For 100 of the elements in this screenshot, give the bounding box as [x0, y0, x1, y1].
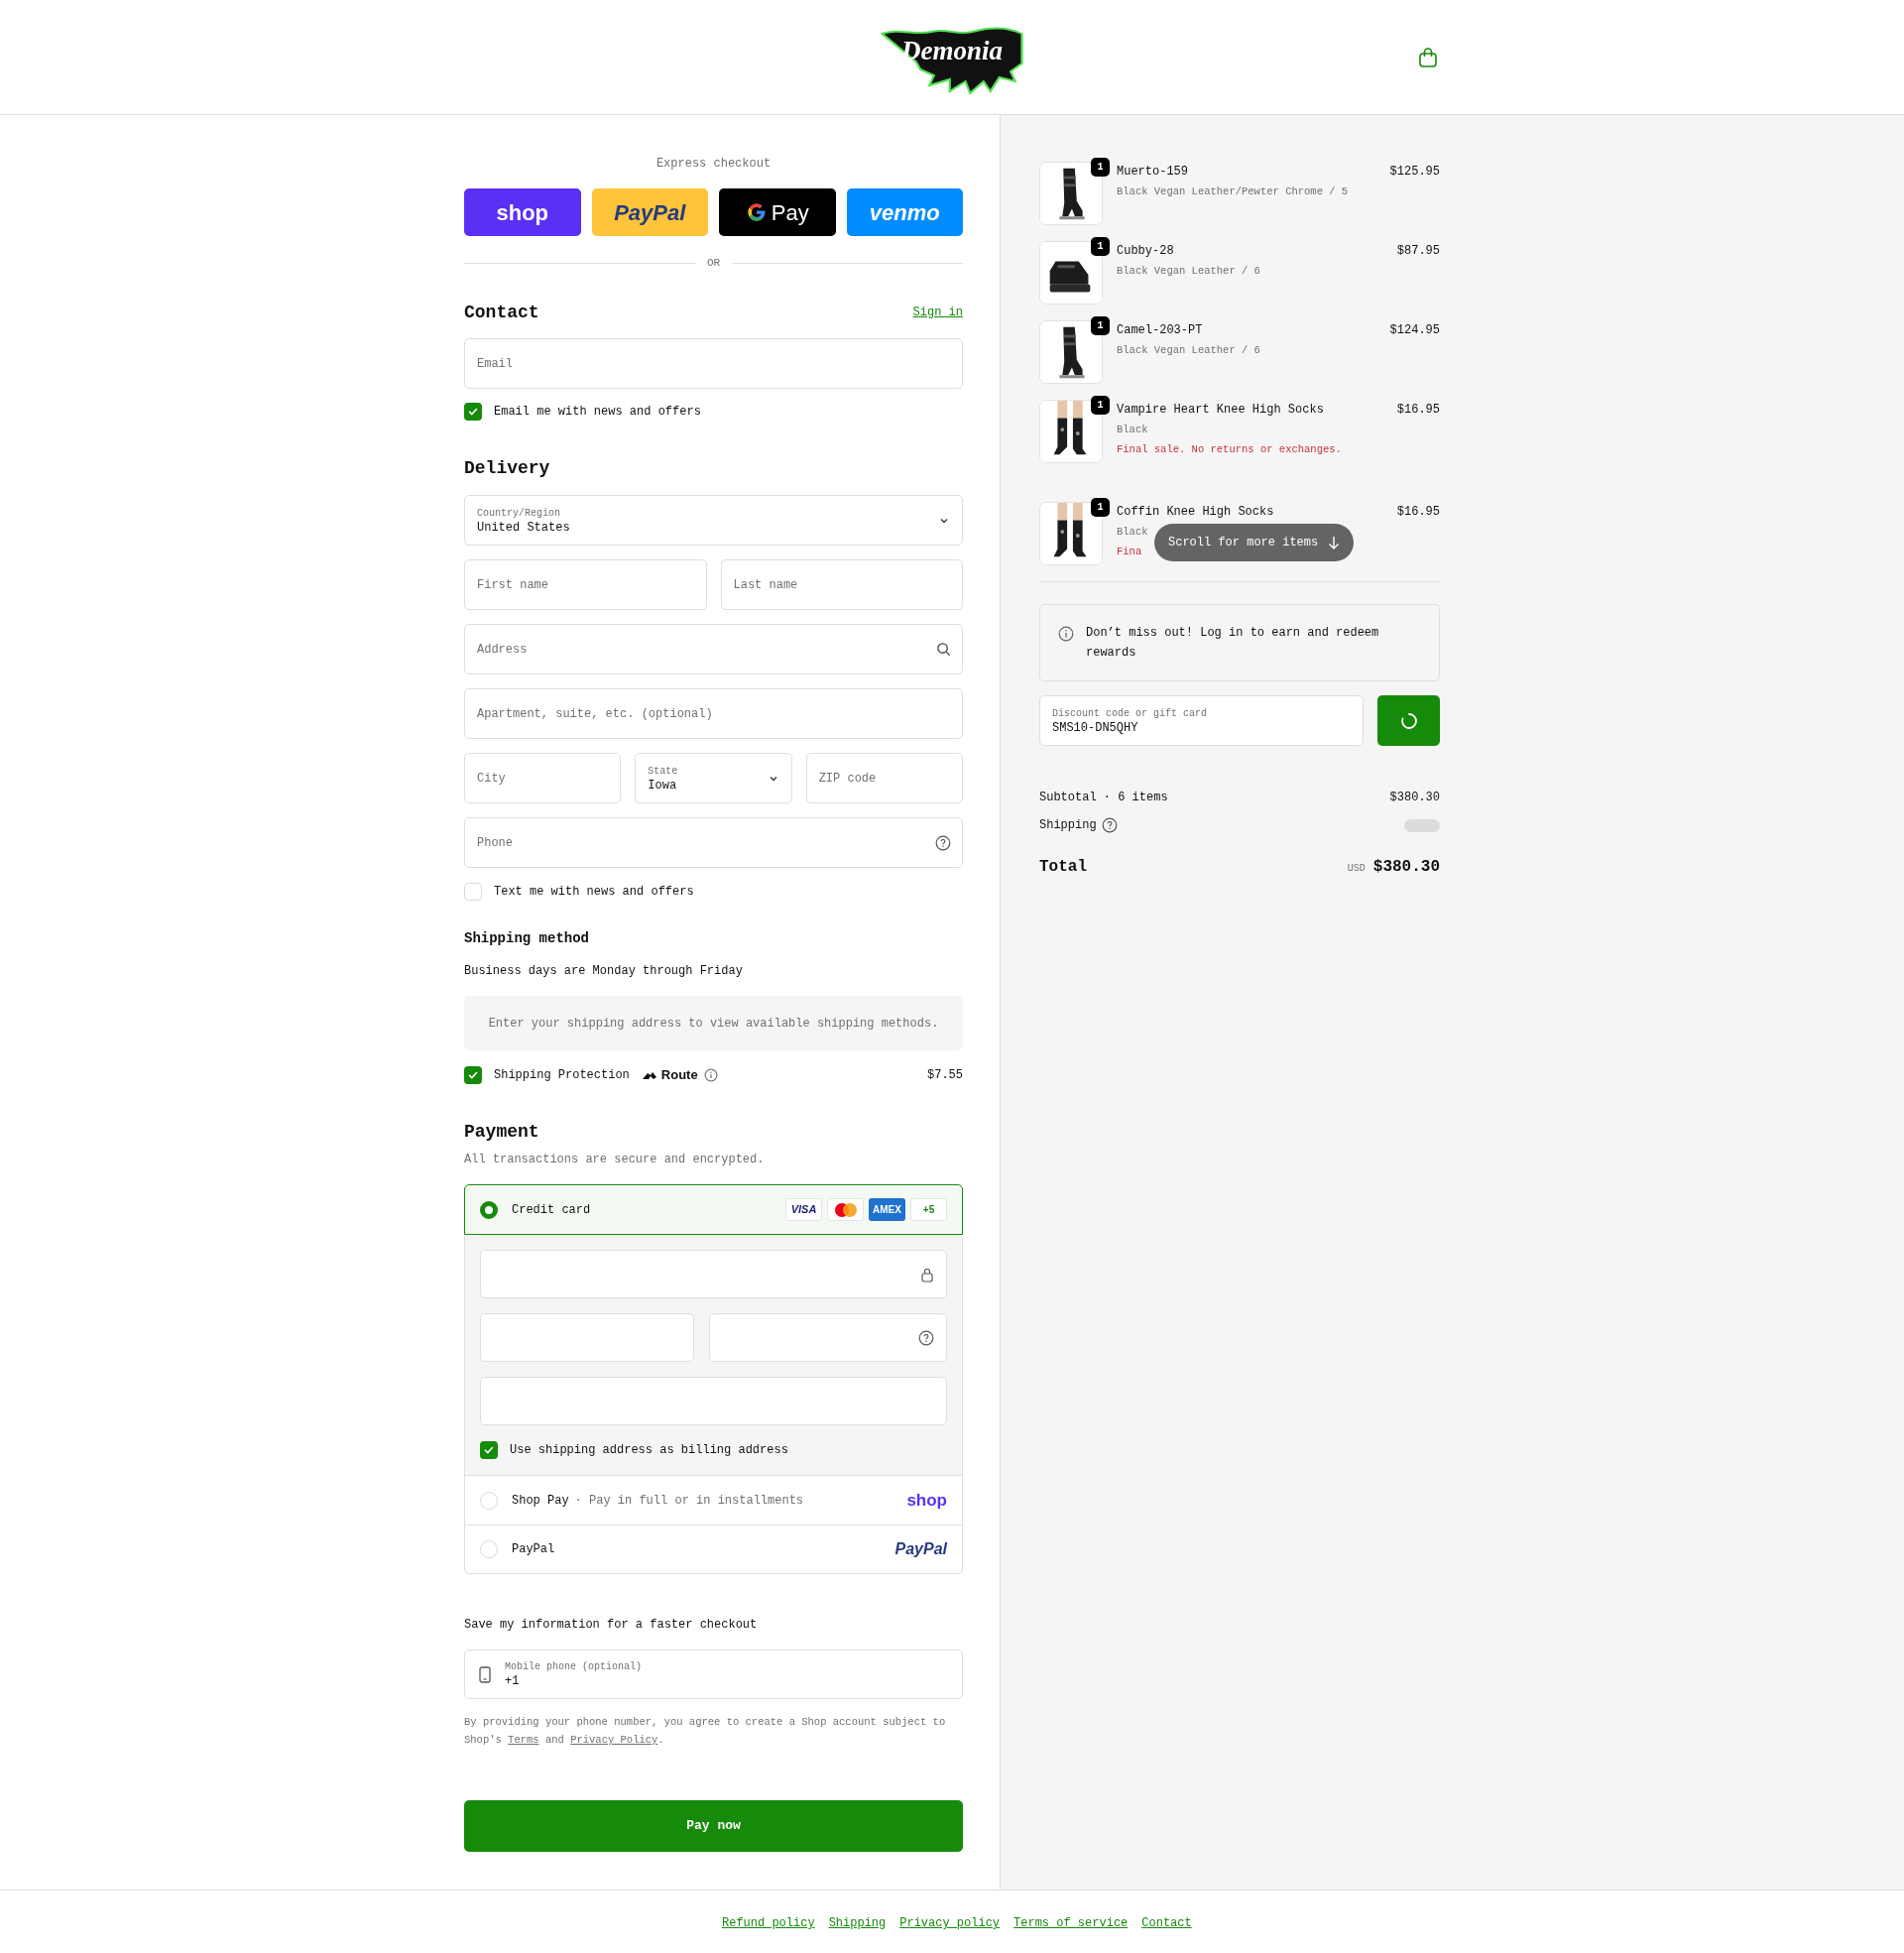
shipping-methods-notice: Enter your shipping address to view available shipping methods.: [464, 996, 963, 1050]
product-variant: Black Vegan Leather / 6: [1117, 343, 1260, 358]
checkmark-icon: [483, 1444, 495, 1456]
paypal-button[interactable]: PayPal: [591, 188, 708, 236]
google-pay-button[interactable]: Pay: [719, 188, 836, 236]
help-icon: [918, 1329, 934, 1346]
email-field[interactable]: Email: [464, 338, 963, 389]
product-price: $87.95: [1396, 243, 1440, 260]
product-name: Cubby-28: [1117, 243, 1174, 260]
zip-code-field[interactable]: ZIP code: [805, 753, 963, 803]
state-select[interactable]: State Iowa: [635, 753, 792, 803]
shipping-label: Shipping: [1039, 817, 1097, 834]
product-variant: Black Vegan Leather / 6: [1117, 264, 1260, 279]
quantity-badge: 1: [1091, 158, 1110, 177]
shop-pay-button[interactable]: shop: [464, 188, 581, 236]
checkbox-label: Text me with news and offers: [494, 884, 694, 901]
quantity-badge: 1: [1091, 237, 1110, 256]
help-icon: [1101, 817, 1118, 833]
mobile-phone-field[interactable]: Mobile phone (optional) +1: [464, 1649, 963, 1699]
name-on-card-field[interactable]: [480, 1377, 947, 1425]
total-value: $380.30: [1372, 857, 1440, 878]
card-number-field[interactable]: [480, 1250, 947, 1298]
sign-in-link[interactable]: Sign in: [912, 304, 963, 321]
footer-link[interactable]: Privacy policy: [899, 1914, 1001, 1932]
footer-link[interactable]: Terms of service: [1013, 1914, 1129, 1932]
loading-placeholder: [1404, 818, 1440, 832]
shop-logo: shop: [906, 1489, 947, 1512]
product-name: Coffin Knee High Socks: [1117, 504, 1274, 521]
arrow-down-icon: [1328, 536, 1341, 549]
info-icon: [1058, 626, 1074, 642]
discount-code-field[interactable]: Discount code or gift card SMS10-DN5QHY: [1039, 695, 1364, 746]
subtotal-label: Subtotal · 6 items: [1039, 790, 1168, 806]
checkmark-icon: [467, 406, 479, 418]
checkbox-label: Shipping Protection: [494, 1067, 630, 1084]
apply-discount-button[interactable]: [1377, 695, 1440, 746]
info-icon: [703, 1068, 718, 1082]
mobile-phone-icon: [479, 1665, 491, 1683]
shop-account-disclaimer: By providing your phone number, you agree to create a Shop account subject to Shop's Terms and Privacy Policy.: [464, 1715, 947, 1748]
footer-link[interactable]: Contact: [1141, 1914, 1192, 1932]
footer-link[interactable]: Refund policy: [722, 1914, 815, 1932]
option-label: Credit card: [512, 1201, 592, 1219]
product-name: Vampire Heart Knee High Socks: [1117, 402, 1324, 419]
quantity-badge: 1: [1091, 396, 1110, 415]
shopping-bag-icon[interactable]: [1418, 47, 1438, 68]
shipping-method-heading: Shipping method: [464, 929, 591, 948]
checkbox[interactable]: [464, 1066, 482, 1084]
country-select[interactable]: Country/Region United States: [464, 495, 963, 546]
or-divider-label: OR: [706, 255, 721, 271]
pay-now-button[interactable]: Pay now: [464, 1800, 963, 1852]
checkbox[interactable]: [464, 403, 482, 421]
expiration-date-field[interactable]: [480, 1313, 694, 1362]
spinner-icon: [1399, 711, 1418, 730]
checkmark-icon: [467, 1069, 479, 1081]
rewards-message: Don’t miss out! Log in to earn and redeem rewards: [1086, 625, 1380, 662]
save-info-heading: Save my information for a faster checkout: [464, 1617, 759, 1633]
help-icon: [935, 835, 951, 851]
quantity-badge: 1: [1091, 316, 1110, 335]
checkbox[interactable]: [480, 1441, 498, 1459]
quantity-badge: 1: [1091, 498, 1110, 517]
currency-code: USD: [1347, 862, 1366, 876]
venmo-button[interactable]: venmo: [846, 188, 963, 236]
product-price: $124.95: [1389, 322, 1440, 339]
contact-heading: Contact: [464, 301, 539, 324]
city-field[interactable]: City: [464, 753, 622, 803]
radio-button[interactable]: [480, 1200, 498, 1219]
mastercard-icon: [827, 1198, 864, 1221]
product-variant: Black: [1117, 525, 1148, 540]
product-price: $16.95: [1396, 402, 1440, 419]
business-days-note: Business days are Monday through Friday: [464, 963, 744, 979]
amex-badge: AMEX: [869, 1198, 905, 1221]
scroll-hint-pill[interactable]: Scroll for more items: [1154, 524, 1355, 561]
product-name: Muerto-159: [1117, 164, 1188, 181]
checkbox-label: Use shipping address as billing address: [510, 1442, 788, 1459]
checkbox-label: Email me with news and offers: [494, 404, 701, 421]
terms-link[interactable]: Terms: [508, 1734, 539, 1746]
total-label: Total: [1039, 857, 1087, 878]
final-sale-note: Final sale. No returns or exchanges.: [1117, 442, 1342, 457]
product-price: $16.95: [1396, 504, 1440, 521]
more-cards-badge: +5: [910, 1198, 947, 1221]
paypal-option[interactable]: PayPal PayPal: [464, 1525, 963, 1574]
paypal-logo: PayPal: [894, 1539, 947, 1559]
footer-link[interactable]: Shipping: [828, 1914, 887, 1932]
option-label: PayPal: [512, 1541, 556, 1558]
payment-subtitle: All transactions are secure and encrypted.: [464, 1152, 766, 1167]
phone-field[interactable]: Phone: [464, 817, 963, 868]
privacy-policy-link[interactable]: Privacy Policy: [570, 1734, 658, 1746]
product-variant: Black: [1117, 423, 1148, 437]
subtotal-value: $380.30: [1389, 790, 1440, 806]
last-name-field[interactable]: Last name: [720, 559, 963, 610]
first-name-field[interactable]: First name: [464, 559, 707, 610]
checkbox[interactable]: [464, 883, 482, 901]
final-sale-note: Fina: [1117, 545, 1142, 559]
credit-card-option[interactable]: Credit card VISA AMEX +5: [464, 1184, 963, 1235]
product-price: $125.95: [1389, 164, 1440, 181]
shop-pay-option[interactable]: Shop Pay · Pay in full or in installments shop: [464, 1475, 963, 1525]
option-detail: · Pay in full or in installments: [574, 1492, 805, 1510]
apartment-field[interactable]: Apartment, suite, etc. (optional): [464, 688, 963, 739]
product-variant: Black Vegan Leather/Pewter Chrome / 5: [1117, 184, 1349, 199]
security-code-field[interactable]: [709, 1313, 947, 1362]
address-field[interactable]: Address: [464, 624, 963, 674]
